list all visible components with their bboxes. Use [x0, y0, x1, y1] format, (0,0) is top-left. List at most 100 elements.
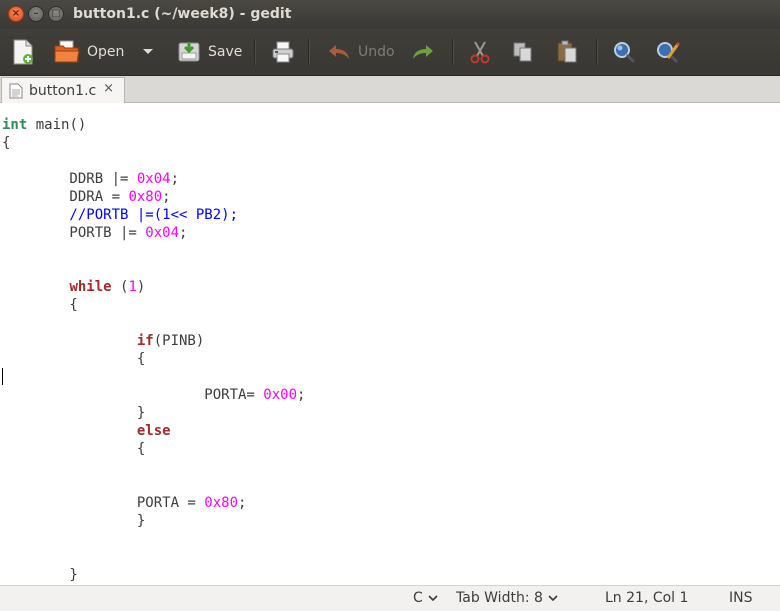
code-line[interactable]: { — [2, 440, 305, 458]
code-token: PORTA = — [2, 495, 205, 511]
close-tab-icon[interactable]: × — [103, 81, 114, 96]
code-line[interactable]: { — [2, 296, 305, 314]
code-line[interactable] — [2, 368, 305, 386]
code-line[interactable] — [2, 476, 305, 494]
open-button[interactable]: Open — [54, 37, 124, 67]
code-line[interactable]: else — [2, 422, 305, 440]
code-token: DDRA = — [2, 189, 129, 205]
toolbar: Open Save Undo — [0, 29, 780, 76]
code-token: ( — [111, 279, 129, 295]
code-line[interactable]: DDRA = 0x80; — [2, 188, 305, 206]
minimize-icon: – — [33, 8, 39, 19]
text-cursor — [2, 368, 3, 385]
title-bar: × – □ button1.c (~/week8) - gedit — [0, 0, 780, 29]
code-line[interactable]: //PORTB |=(1<< PB2); — [2, 206, 305, 224]
code-token: ; — [297, 387, 306, 403]
toolbar-separator — [596, 39, 598, 65]
printer-icon — [272, 41, 294, 63]
window-title: button1.c (~/week8) - gedit — [73, 6, 292, 22]
code-line[interactable]: PORTB |= 0x04; — [2, 224, 305, 242]
code-line[interactable] — [2, 260, 305, 278]
code-token: ; — [170, 171, 180, 187]
code-token: 0x00 — [263, 387, 298, 403]
code-line[interactable] — [2, 152, 305, 170]
code-line[interactable] — [2, 458, 305, 476]
code-token: ; — [238, 495, 247, 511]
code-token: DDRB |= — [2, 171, 137, 187]
code-line[interactable] — [2, 530, 305, 548]
undo-arrow-icon — [329, 45, 349, 59]
code-line[interactable]: while (1) — [2, 278, 305, 296]
code-line[interactable]: { — [2, 350, 305, 368]
code-token: { — [2, 351, 146, 367]
cursor-position: Ln 21, Col 1 — [605, 590, 689, 606]
undo-label: Undo — [358, 44, 395, 60]
code-token: 0x04 — [136, 171, 171, 187]
recent-files-dropdown[interactable] — [142, 37, 154, 67]
code-line[interactable]: DDRB |= 0x04; — [2, 170, 305, 188]
code-line[interactable] — [2, 242, 305, 260]
code-line[interactable]: } — [2, 566, 305, 584]
code-token: 0x80 — [204, 495, 239, 511]
chevron-down-icon — [548, 594, 558, 601]
copy-button[interactable] — [512, 37, 534, 67]
code-line[interactable]: int main() — [2, 116, 305, 134]
print-button[interactable] — [271, 37, 295, 67]
maximize-window-button[interactable]: □ — [48, 6, 64, 22]
undo-button[interactable]: Undo — [327, 37, 395, 67]
tab-bar: button1.c × — [0, 76, 780, 103]
cut-button[interactable] — [469, 37, 491, 67]
code-token: //PORTB |=(1<< PB2); — [2, 207, 239, 223]
tab-width-label: Tab Width: 8 — [456, 590, 543, 606]
chevron-down-icon — [428, 594, 438, 601]
maximize-icon: □ — [51, 8, 61, 19]
open-label: Open — [87, 44, 125, 60]
code-token: } — [2, 405, 146, 421]
paste-button[interactable] — [556, 37, 578, 67]
toolbar-separator — [452, 39, 454, 65]
code-token: int — [2, 117, 28, 133]
code-line[interactable]: PORTA= 0x00; — [2, 386, 305, 404]
toolbar-separator — [254, 39, 256, 65]
language-selector[interactable]: C — [413, 590, 438, 606]
save-button[interactable]: Save — [177, 37, 242, 67]
code-token: (PINB) — [153, 333, 205, 349]
find-button[interactable] — [612, 37, 636, 67]
code-token: ) — [136, 279, 146, 295]
code-view[interactable]: int main(){ DDRB |= 0x04; DDRA = 0x80; /… — [2, 116, 305, 584]
code-line[interactable]: { — [2, 134, 305, 152]
code-line[interactable]: PORTA = 0x80; — [2, 494, 305, 512]
find-replace-button[interactable] — [655, 37, 681, 67]
code-line[interactable]: } — [2, 404, 305, 422]
close-window-button[interactable]: × — [8, 6, 24, 22]
code-token: { — [2, 441, 146, 457]
code-line[interactable]: if(PINB) — [2, 332, 305, 350]
code-token: { — [2, 135, 11, 151]
code-token: 0x80 — [128, 189, 163, 205]
toolbar-separator — [308, 39, 310, 65]
minimize-window-button[interactable]: – — [28, 6, 44, 22]
code-token: 1 — [128, 279, 137, 295]
search-icon — [614, 42, 636, 64]
code-token: } — [2, 567, 78, 583]
code-line[interactable] — [2, 314, 305, 332]
code-token: { — [2, 297, 78, 313]
tab-width-selector[interactable]: Tab Width: 8 — [456, 590, 558, 606]
open-folder-icon — [54, 40, 80, 63]
new-document-button[interactable] — [12, 37, 34, 67]
text-editor[interactable]: int main(){ DDRB |= 0x04; DDRA = 0x80; /… — [0, 103, 780, 585]
dropdown-arrow-icon — [143, 49, 153, 54]
code-line[interactable] — [2, 548, 305, 566]
insert-mode: INS — [729, 590, 753, 606]
code-token: ; — [179, 225, 188, 241]
redo-button[interactable] — [411, 37, 435, 67]
save-label: Save — [208, 44, 243, 60]
code-token: } — [2, 513, 146, 529]
status-bar: C Tab Width: 8 Ln 21, Col 1 INS — [0, 585, 780, 611]
code-line[interactable]: } — [2, 512, 305, 530]
tab-button1-c[interactable]: button1.c × — [1, 77, 125, 103]
search-replace-icon — [657, 41, 681, 64]
